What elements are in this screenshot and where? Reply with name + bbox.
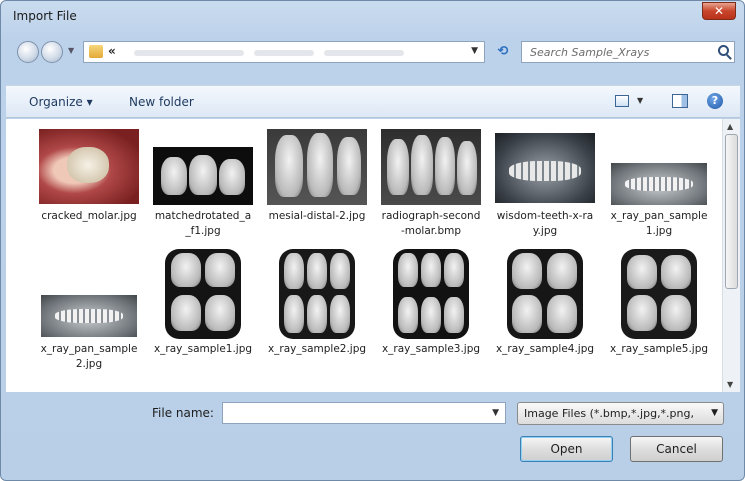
breadcrumb-overflow[interactable]: « (108, 44, 116, 58)
recent-locations-dropdown[interactable]: ▼ (68, 46, 74, 55)
file-name: x_ray_pan_sample2.jpg (40, 343, 138, 370)
address-bar[interactable]: « ▼ (83, 41, 485, 63)
redacted-path-segment (134, 50, 244, 56)
file-thumbnail (495, 133, 595, 203)
command-bar: Organize ▾ New folder ▼ ? (6, 85, 740, 118)
organize-button[interactable]: Organize ▾ (29, 95, 93, 109)
open-button[interactable]: Open (520, 436, 613, 462)
file-type-filter-value: Image Files (*.bmp,*.jpg,*.png, (524, 407, 694, 420)
teeth-row (509, 161, 581, 181)
folder-icon (89, 45, 103, 58)
new-folder-button[interactable]: New folder (129, 95, 194, 109)
file-list: cracked_molar.jpg matchedrotated_a_f1.jp… (6, 119, 722, 392)
teeth-row (55, 309, 123, 323)
file-name: x_ray_pan_sample1.jpg (610, 210, 708, 237)
address-dropdown-icon[interactable]: ▼ (471, 46, 478, 56)
file-name: radiograph-second-molar.bmp (381, 210, 481, 237)
file-name-field[interactable]: ▼ (222, 402, 506, 424)
file-thumbnail (39, 129, 139, 204)
cancel-button[interactable]: Cancel (630, 436, 723, 462)
scroll-thumb[interactable] (725, 134, 738, 289)
file-name: x_ray_sample5.jpg (609, 343, 709, 355)
scroll-up-arrow[interactable]: ▲ (727, 122, 733, 131)
file-name: x_ray_sample3.jpg (381, 343, 481, 355)
file-name: matchedrotated_a_f1.jpg (154, 210, 252, 237)
file-thumbnail (611, 163, 707, 205)
file-thumbnail (621, 249, 697, 339)
view-options-dropdown[interactable]: ▼ (637, 96, 643, 105)
file-name: x_ray_sample2.jpg (267, 343, 367, 355)
file-type-filter[interactable]: Image Files (*.bmp,*.jpg,*.png, ▼ (517, 402, 724, 425)
import-file-dialog: Import File ✕ ▼ « ▼ ⟲ Organize ▾ New fol… (0, 0, 745, 481)
chevron-down-icon: ▼ (711, 408, 718, 418)
file-thumbnail (165, 249, 241, 339)
change-view-icon[interactable] (615, 95, 629, 107)
file-thumbnail (381, 129, 481, 205)
file-name-dropdown-icon[interactable]: ▼ (492, 408, 499, 418)
search-input[interactable] (528, 45, 708, 60)
file-name: x_ray_sample1.jpg (153, 343, 253, 355)
file-name-label: File name: (152, 406, 214, 420)
forward-button[interactable] (41, 41, 63, 63)
file-thumbnail (41, 295, 137, 337)
search-icon[interactable] (718, 45, 729, 56)
file-thumbnail (393, 249, 469, 339)
back-button[interactable] (17, 41, 39, 63)
file-name: mesial-distal-2.jpg (268, 210, 366, 222)
file-thumbnail (507, 249, 583, 339)
file-name: wisdom-teeth-x-ray.jpg (496, 210, 594, 237)
file-thumbnail (267, 129, 367, 205)
refresh-button[interactable]: ⟲ (490, 41, 516, 63)
file-name: cracked_molar.jpg (41, 210, 137, 222)
redacted-path-segment (254, 50, 314, 56)
file-name-input[interactable] (227, 406, 477, 420)
preview-pane-icon[interactable] (672, 94, 688, 108)
scroll-down-arrow[interactable]: ▼ (727, 380, 733, 389)
window-title: Import File (13, 9, 77, 23)
close-button[interactable]: ✕ (702, 2, 736, 20)
search-box[interactable] (521, 41, 735, 63)
file-thumbnail (153, 147, 253, 205)
vertical-scrollbar[interactable]: ▲ ▼ (722, 119, 740, 392)
file-name: x_ray_sample4.jpg (495, 343, 595, 355)
teeth-row (625, 177, 693, 191)
file-thumbnail (279, 249, 355, 339)
help-icon[interactable]: ? (707, 93, 723, 109)
redacted-path-segment (324, 50, 404, 56)
molar-shape (67, 147, 109, 183)
